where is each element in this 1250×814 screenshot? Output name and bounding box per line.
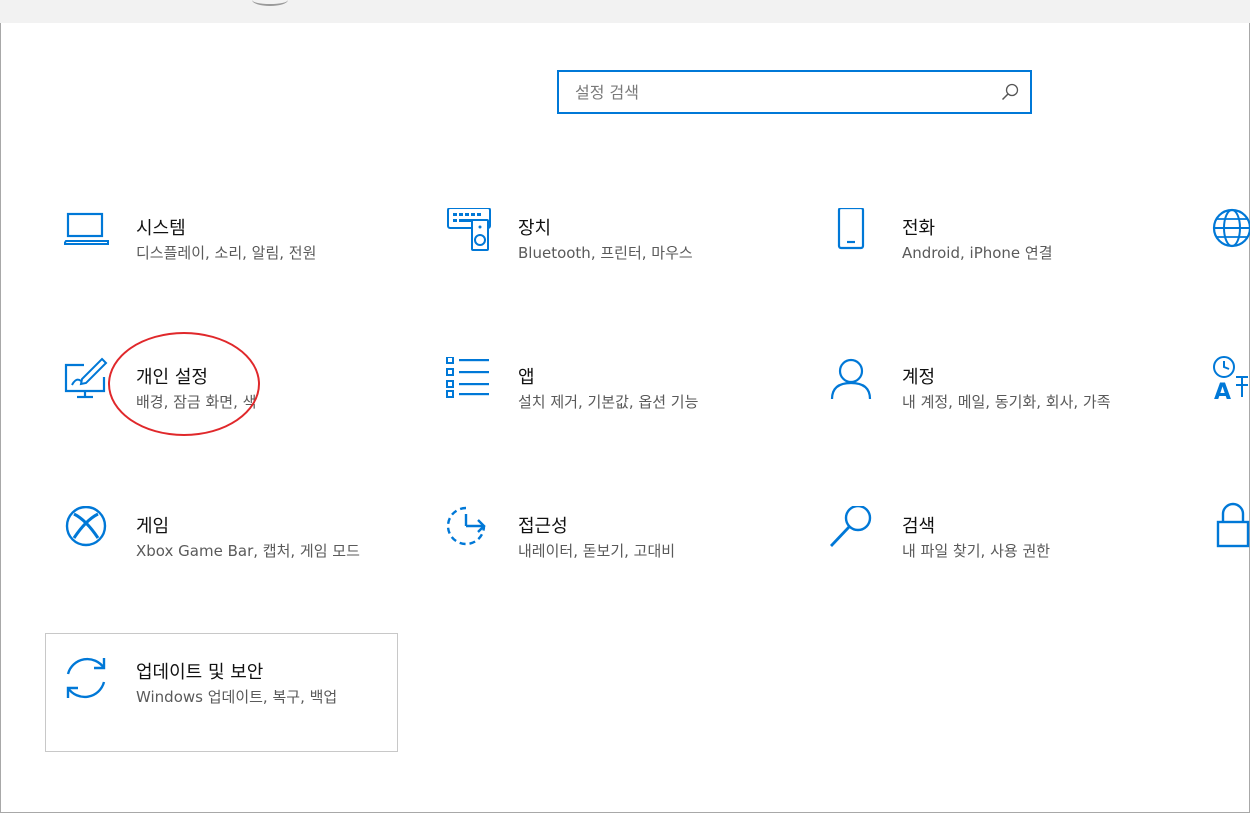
settings-search-box[interactable] (557, 70, 1032, 114)
personalization-icon (64, 357, 112, 405)
ease-of-access-icon (446, 506, 494, 554)
tile-title: 시스템 (136, 218, 186, 239)
lock-icon[interactable] (1216, 502, 1250, 550)
tile-description: 내 파일 찾기, 사용 권한 (902, 542, 1051, 560)
apps-icon (446, 357, 494, 405)
tile-description: Xbox Game Bar, 캡처, 게임 모드 (136, 542, 360, 560)
tile-title: 접근성 (518, 516, 568, 537)
laptop-icon (64, 208, 112, 256)
tile-phone[interactable]: 전화 Android, iPhone 연결 (830, 208, 1170, 318)
tile-title: 장치 (518, 218, 552, 239)
tile-title: 계정 (902, 367, 936, 388)
devices-icon (446, 208, 494, 256)
tile-apps[interactable]: 앱 설치 제거, 기본값, 옵션 기능 (446, 357, 786, 467)
title-bar (0, 0, 1250, 23)
tile-accounts[interactable]: 계정 내 계정, 메일, 동기화, 회사, 가족 (830, 357, 1170, 467)
tile-title: 게임 (136, 516, 170, 537)
tile-gaming[interactable]: 게임 Xbox Game Bar, 캡처, 게임 모드 (64, 506, 404, 616)
tile-title: 업데이트 및 보안 (136, 662, 264, 683)
xbox-icon (64, 506, 112, 554)
settings-search-input[interactable] (559, 72, 1005, 112)
phone-icon (830, 208, 878, 256)
tile-devices[interactable]: 장치 Bluetooth, 프린터, 마우스 (446, 208, 786, 318)
highlight-circle (108, 332, 260, 436)
search-icon[interactable] (1000, 82, 1020, 102)
tile-title: 검색 (902, 516, 936, 537)
tile-search[interactable]: 검색 내 파일 찾기, 사용 권한 (830, 506, 1170, 616)
tile-title: 전화 (902, 218, 936, 239)
tile-system[interactable]: 시스템 디스플레이, 소리, 알림, 전원 (64, 208, 404, 318)
globe-icon[interactable] (1212, 206, 1250, 250)
tile-description: 설치 제거, 기본값, 옵션 기능 (518, 393, 699, 411)
update-icon (64, 654, 112, 702)
svg-text:A: A (1214, 380, 1231, 403)
title-bar-edge (252, 0, 288, 6)
tile-description: 디스플레이, 소리, 알림, 전원 (136, 244, 317, 262)
search-icon (830, 506, 878, 554)
tile-description: 내레이터, 돋보기, 고대비 (518, 542, 676, 560)
tile-description: Windows 업데이트, 복구, 백업 (136, 688, 338, 706)
tile-title: 앱 (518, 367, 535, 388)
tile-description: 내 계정, 메일, 동기화, 회사, 가족 (902, 393, 1111, 411)
tile-ease-of-access[interactable]: 접근성 내레이터, 돋보기, 고대비 (446, 506, 786, 616)
account-icon (830, 357, 878, 405)
tile-description: Android, iPhone 연결 (902, 244, 1053, 262)
tile-description: Bluetooth, 프린터, 마우스 (518, 244, 693, 262)
language-icon[interactable]: A (1212, 355, 1250, 403)
tile-update-security[interactable]: 업데이트 및 보안 Windows 업데이트, 복구, 백업 (45, 633, 398, 752)
